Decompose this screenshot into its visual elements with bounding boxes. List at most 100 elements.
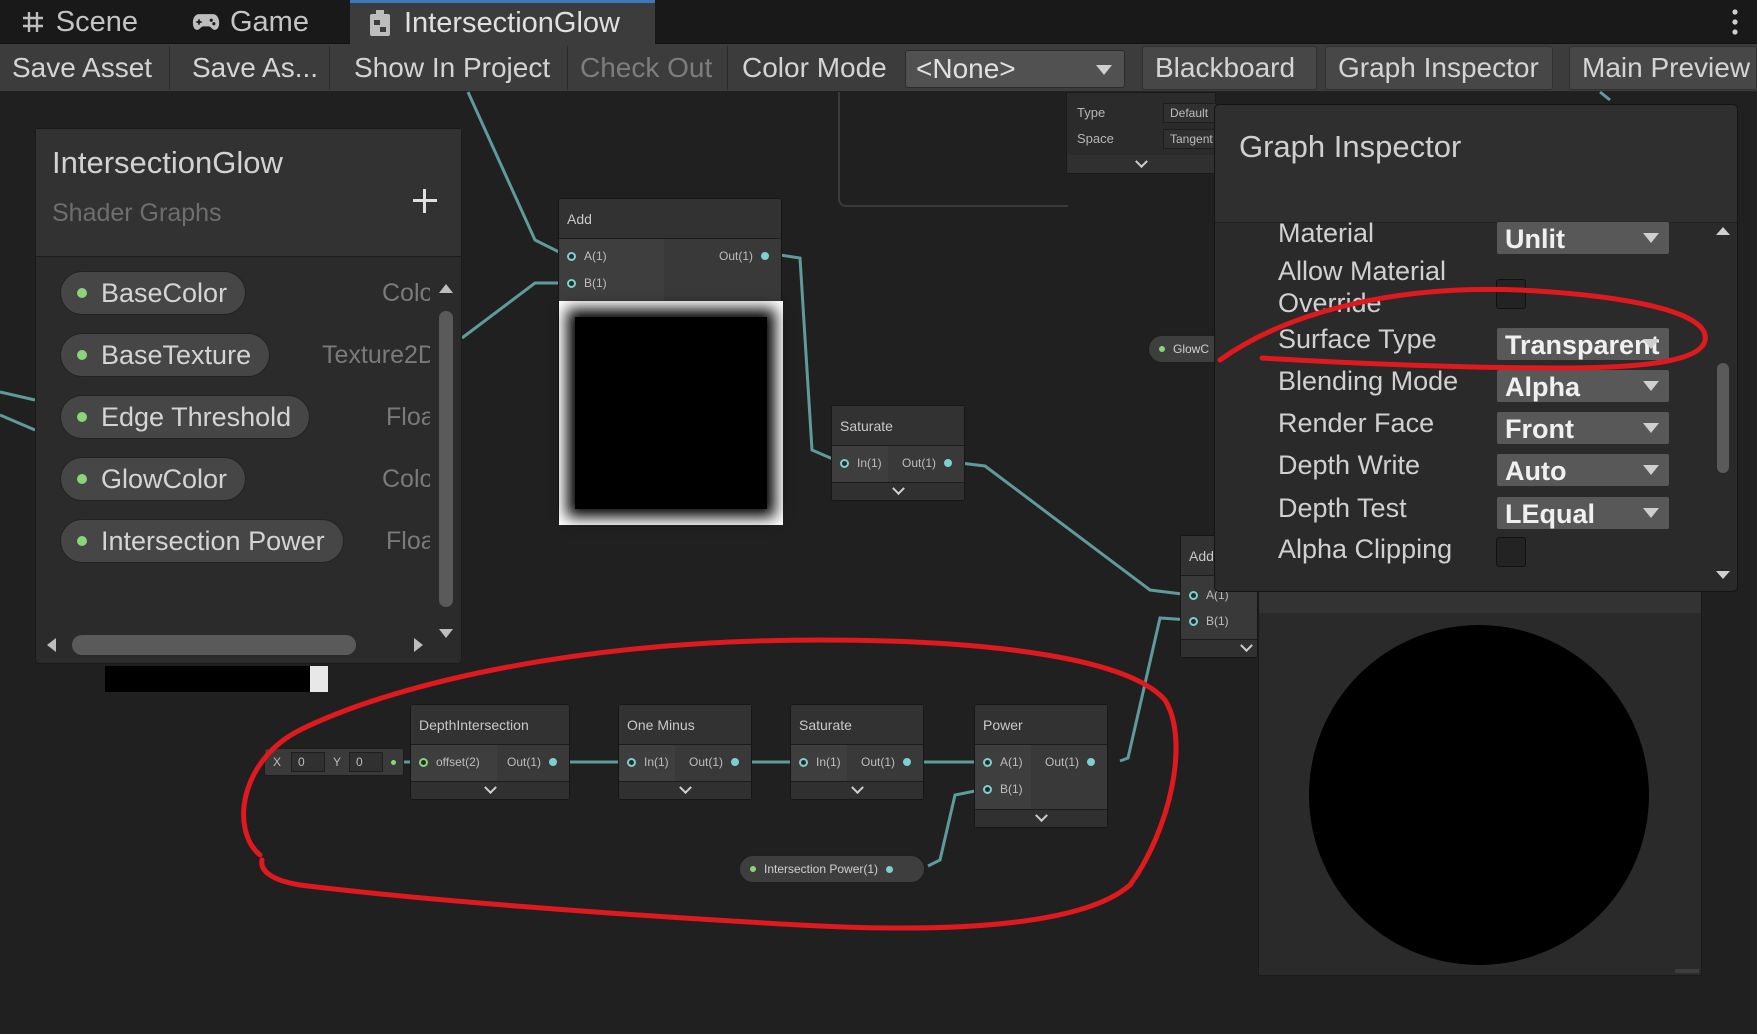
property-dot-icon	[77, 350, 87, 360]
dropdown-caret-icon	[1643, 339, 1659, 349]
node-collapse[interactable]	[791, 781, 923, 799]
wire-left-2	[0, 413, 36, 432]
port-in[interactable]: In(1)	[840, 456, 882, 470]
property-name: BaseColor	[101, 277, 228, 308]
property-name: GlowColor	[101, 463, 228, 494]
port-label: Out(1)	[507, 755, 542, 769]
property-basetexture[interactable]: BaseTexture	[60, 333, 271, 377]
connector-dot-icon	[391, 760, 396, 765]
depth-test-dropdown[interactable]: LEqual	[1496, 496, 1670, 530]
port-a[interactable]: A(1)	[567, 249, 607, 263]
node-title: DepthIntersection	[411, 705, 569, 745]
port-in[interactable]: In(1)	[799, 755, 841, 769]
one-minus-node[interactable]: One Minus In(1) Out(1)	[618, 704, 752, 800]
property-name: BaseTexture	[101, 339, 252, 370]
blackboard-title: IntersectionGlow	[52, 145, 283, 180]
space-field[interactable]: Tangent	[1163, 129, 1217, 149]
alpha-clipping-label: Alpha Clipping	[1278, 534, 1453, 564]
x-label: X	[273, 755, 282, 769]
port-label: Out(1)	[861, 755, 896, 769]
node-collapse[interactable]	[975, 809, 1107, 827]
blackboard-subtitle: Shader Graphs	[52, 199, 222, 227]
material-value: Unlit	[1505, 224, 1565, 254]
saturate-node-top[interactable]: Saturate In(1) Out(1)	[831, 405, 965, 501]
allow-material-override-checkbox[interactable]	[1496, 279, 1526, 309]
port-icon	[799, 757, 808, 767]
render-face-dropdown[interactable]: Front	[1496, 411, 1670, 445]
port-b[interactable]: B(1)	[567, 276, 607, 290]
node-collapse[interactable]	[1181, 639, 1257, 657]
scroll-down-icon	[439, 629, 453, 638]
port-offset[interactable]: offset(2)	[419, 755, 480, 769]
port-out[interactable]: Out(1)	[689, 755, 740, 769]
port-out[interactable]: Out(1)	[507, 755, 558, 769]
blackboard-vertical-scrollbar[interactable]	[435, 277, 457, 645]
material-dropdown[interactable]: Unlit	[1496, 221, 1670, 255]
port-label: Out(1)	[719, 249, 754, 263]
property-dot-icon	[77, 536, 87, 546]
port-icon	[761, 252, 770, 260]
dropdown-caret-icon	[1643, 233, 1659, 243]
port-b[interactable]: B(1)	[1189, 614, 1229, 628]
port-out[interactable]: Out(1)	[1045, 755, 1096, 769]
property-name: Edge Threshold	[101, 401, 292, 432]
scroll-up-icon	[1716, 227, 1730, 235]
property-glowcolor[interactable]: GlowColor	[60, 457, 247, 501]
alpha-clipping-checkbox[interactable]	[1496, 537, 1526, 567]
offset-y-field[interactable]: 0	[349, 752, 383, 772]
chevron-down-icon	[1134, 154, 1148, 168]
type-field[interactable]: Default	[1163, 103, 1217, 123]
chevron-down-icon	[1034, 809, 1048, 823]
port-icon	[983, 784, 992, 794]
property-name: Intersection Power	[101, 525, 325, 556]
port-a[interactable]: A(1)	[983, 755, 1023, 769]
depth-write-dropdown[interactable]: Auto	[1496, 453, 1670, 487]
saturate-node-bottom[interactable]: Saturate In(1) Out(1)	[790, 704, 924, 800]
blackboard-panel: IntersectionGlow Shader Graphs BaseColor…	[35, 128, 462, 664]
chevron-down-icon	[1240, 639, 1253, 653]
port-icon	[944, 459, 953, 467]
collapse-toggle[interactable]	[1067, 154, 1215, 173]
node-collapse[interactable]	[619, 781, 751, 799]
port-b[interactable]: B(1)	[983, 782, 1023, 796]
offset-vector-input[interactable]: X 0 Y 0	[264, 748, 404, 776]
inspector-vertical-scrollbar[interactable]	[1713, 223, 1733, 583]
offset-x-field[interactable]: 0	[291, 752, 325, 772]
graph-inspector-title: Graph Inspector	[1239, 129, 1462, 164]
type-label: Type	[1077, 105, 1106, 120]
property-intersection-power[interactable]: Intersection Power	[60, 519, 344, 563]
add-property-icon[interactable]	[413, 189, 437, 213]
intersection-power-property-node[interactable]: Intersection Power(1)	[739, 855, 925, 883]
main-preview-panel[interactable]	[1258, 590, 1702, 976]
property-basecolor[interactable]: BaseColor	[60, 271, 247, 315]
port-label: In(1)	[816, 755, 841, 769]
port-label: Out(1)	[689, 755, 724, 769]
property-edge-threshold[interactable]: Edge Threshold	[60, 395, 311, 439]
blending-mode-label: Blending Mode	[1278, 366, 1459, 396]
node-title: Power	[975, 705, 1107, 745]
resize-handle[interactable]	[1675, 969, 1699, 973]
property-dot-icon	[1159, 346, 1165, 352]
y-label: Y	[333, 755, 342, 769]
port-label: A(1)	[1000, 755, 1023, 769]
power-node[interactable]: Power A(1) B(1) Out(1)	[974, 704, 1108, 828]
depth-test-label: Depth Test	[1278, 493, 1407, 523]
port-out[interactable]: Out(1)	[902, 456, 953, 470]
node-collapse[interactable]	[411, 781, 569, 799]
node-collapse[interactable]	[832, 482, 964, 500]
property-type: Floa	[386, 527, 430, 555]
port-out[interactable]: Out(1)	[719, 249, 770, 263]
port-in[interactable]: In(1)	[627, 755, 669, 769]
wire-to-add-a	[466, 91, 566, 257]
group-frame	[838, 92, 1068, 207]
add-node-top[interactable]: Add A(1) B(1) Out(1)	[558, 198, 783, 525]
blackboard-horizontal-scrollbar[interactable]	[40, 631, 436, 659]
port-out[interactable]: Out(1)	[861, 755, 912, 769]
property-dot-icon	[77, 474, 87, 484]
depth-intersection-node[interactable]: DepthIntersection offset(2) Out(1)	[410, 704, 570, 800]
material-label: Material	[1278, 218, 1375, 248]
property-dot-icon	[77, 288, 87, 298]
blending-mode-dropdown[interactable]: Alpha	[1496, 369, 1670, 403]
surface-type-dropdown[interactable]: Transparent	[1496, 327, 1670, 361]
node-title: Add	[559, 199, 781, 239]
